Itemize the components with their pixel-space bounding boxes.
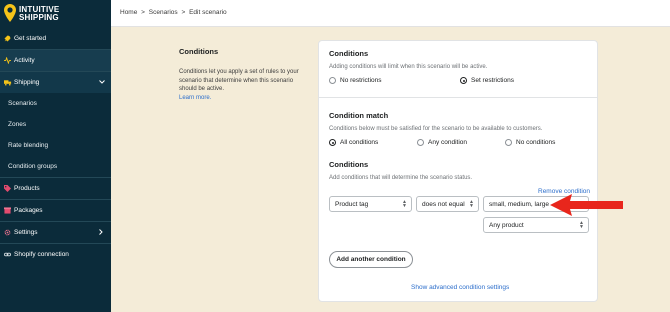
sidebar-item-zones[interactable]: Zones — [0, 114, 111, 135]
select-value: Product tag — [335, 200, 369, 208]
radio-no-restrictions[interactable]: No restrictions — [329, 77, 382, 84]
input-value: small, medium, large — [489, 200, 549, 208]
radio-button-selected — [460, 77, 467, 84]
sidebar-item-shopify-connection[interactable]: Shopify connection — [0, 244, 111, 265]
sidebar-item-label: Packages — [14, 207, 43, 214]
truck-icon — [0, 79, 14, 86]
breadcrumb-current: Edit scenario — [189, 9, 227, 16]
sidebar-item-label: Settings — [14, 229, 38, 236]
conditions-help: Adding conditions will limit when this s… — [329, 64, 488, 70]
brand-name: INTUITIVE SHIPPING — [19, 6, 59, 22]
top-bar: Home > Scenarios > Edit scenario — [111, 0, 670, 27]
sidebar-item-activity[interactable]: Activity — [0, 50, 111, 71]
radio-button — [417, 139, 424, 146]
breadcrumb-separator: > — [181, 9, 186, 16]
radio-label: Set restrictions — [471, 77, 514, 84]
conditions-description: Conditions Conditions let you apply a se… — [179, 47, 307, 102]
conditions-card: Conditions Adding conditions will limit … — [318, 40, 598, 302]
sidebar-item-label: Get started — [14, 35, 47, 42]
link-icon — [0, 251, 14, 258]
add-another-condition-button[interactable]: Add another condition — [329, 251, 413, 268]
sidebar: INTUITIVE SHIPPING Get started Activity … — [0, 0, 111, 312]
red-arrow-annotation — [550, 194, 623, 216]
radio-label: No conditions — [516, 139, 556, 146]
sidebar-item-shipping[interactable]: Shipping — [0, 72, 111, 93]
sidebar-item-get-started[interactable]: Get started — [0, 28, 111, 49]
select-arrows-icon: ▲ ▼ — [579, 220, 584, 230]
sidebar-item-scenarios[interactable]: Scenarios — [0, 93, 111, 114]
location-pin-icon — [4, 4, 16, 22]
divider — [319, 97, 597, 98]
sidebar-item-label: Zones — [8, 121, 27, 128]
brand-line-2: SHIPPING — [19, 13, 59, 22]
tag-icon — [0, 185, 14, 192]
sidebar-item-label: Products — [14, 185, 40, 192]
radio-button — [505, 139, 512, 146]
gear-icon — [0, 229, 14, 236]
chevron-down-icon — [99, 79, 111, 86]
breadcrumb-scenarios[interactable]: Scenarios — [149, 9, 178, 16]
sidebar-item-settings[interactable]: Settings — [0, 222, 111, 243]
sidebar-item-label: Activity — [14, 57, 35, 64]
radio-label: All conditions — [340, 139, 379, 146]
radio-label: No restrictions — [340, 77, 382, 84]
chevron-right-icon — [99, 228, 111, 237]
sidebar-item-packages[interactable]: Packages — [0, 200, 111, 221]
show-advanced-settings-link[interactable]: Show advanced condition settings — [411, 284, 509, 291]
select-value: does not equal — [422, 200, 465, 208]
logo[interactable]: INTUITIVE SHIPPING — [3, 2, 109, 26]
condition-operator-select[interactable]: does not equal ▲ ▼ — [416, 196, 479, 212]
breadcrumb-home[interactable]: Home — [120, 9, 137, 16]
select-arrows-icon: ▲ ▼ — [469, 199, 474, 209]
breadcrumb-separator: > — [141, 9, 145, 16]
sidebar-item-label: Shopify connection — [14, 251, 69, 258]
conditions-title: Conditions — [329, 49, 369, 58]
radio-no-conditions[interactable]: No conditions — [505, 139, 555, 146]
radio-button-selected — [329, 139, 336, 146]
condition-match-help: Conditions below must be satisfied for t… — [329, 126, 543, 132]
activity-icon — [0, 57, 14, 64]
radio-all-conditions[interactable]: All conditions — [329, 139, 378, 146]
condition-field-select[interactable]: Product tag ▲ ▼ — [329, 196, 412, 212]
learn-more-link[interactable]: Learn more. — [179, 95, 211, 101]
breadcrumb: Home > Scenarios > Edit scenario — [120, 9, 229, 16]
section-description: Conditions let you apply a set of rules … — [179, 68, 307, 102]
conditions-list-title: Conditions — [329, 160, 369, 169]
select-value: Any product — [489, 221, 524, 229]
section-heading: Conditions — [179, 47, 219, 56]
conditions-list-help: Add conditions that will determine the s… — [329, 175, 473, 181]
sidebar-item-rate-blending[interactable]: Rate blending — [0, 135, 111, 156]
sidebar-item-label: Shipping — [14, 79, 40, 86]
sidebar-item-label: Condition groups — [8, 163, 58, 170]
sidebar-item-label: Rate blending — [8, 142, 49, 149]
sidebar-item-condition-groups[interactable]: Condition groups — [0, 156, 111, 177]
description-text: Conditions let you apply a set of rules … — [179, 69, 299, 92]
radio-button — [329, 77, 336, 84]
sidebar-item-products[interactable]: Products — [0, 178, 111, 199]
rocket-icon — [0, 35, 14, 42]
product-scope-select[interactable]: Any product ▲ ▼ — [483, 217, 589, 233]
condition-match-title: Condition match — [329, 111, 389, 120]
package-icon — [0, 207, 14, 214]
radio-label: Any condition — [428, 139, 468, 146]
radio-any-condition[interactable]: Any condition — [417, 139, 467, 146]
select-arrows-icon: ▲ ▼ — [402, 199, 407, 209]
radio-set-restrictions[interactable]: Set restrictions — [460, 77, 514, 84]
sidebar-item-label: Scenarios — [8, 100, 37, 107]
